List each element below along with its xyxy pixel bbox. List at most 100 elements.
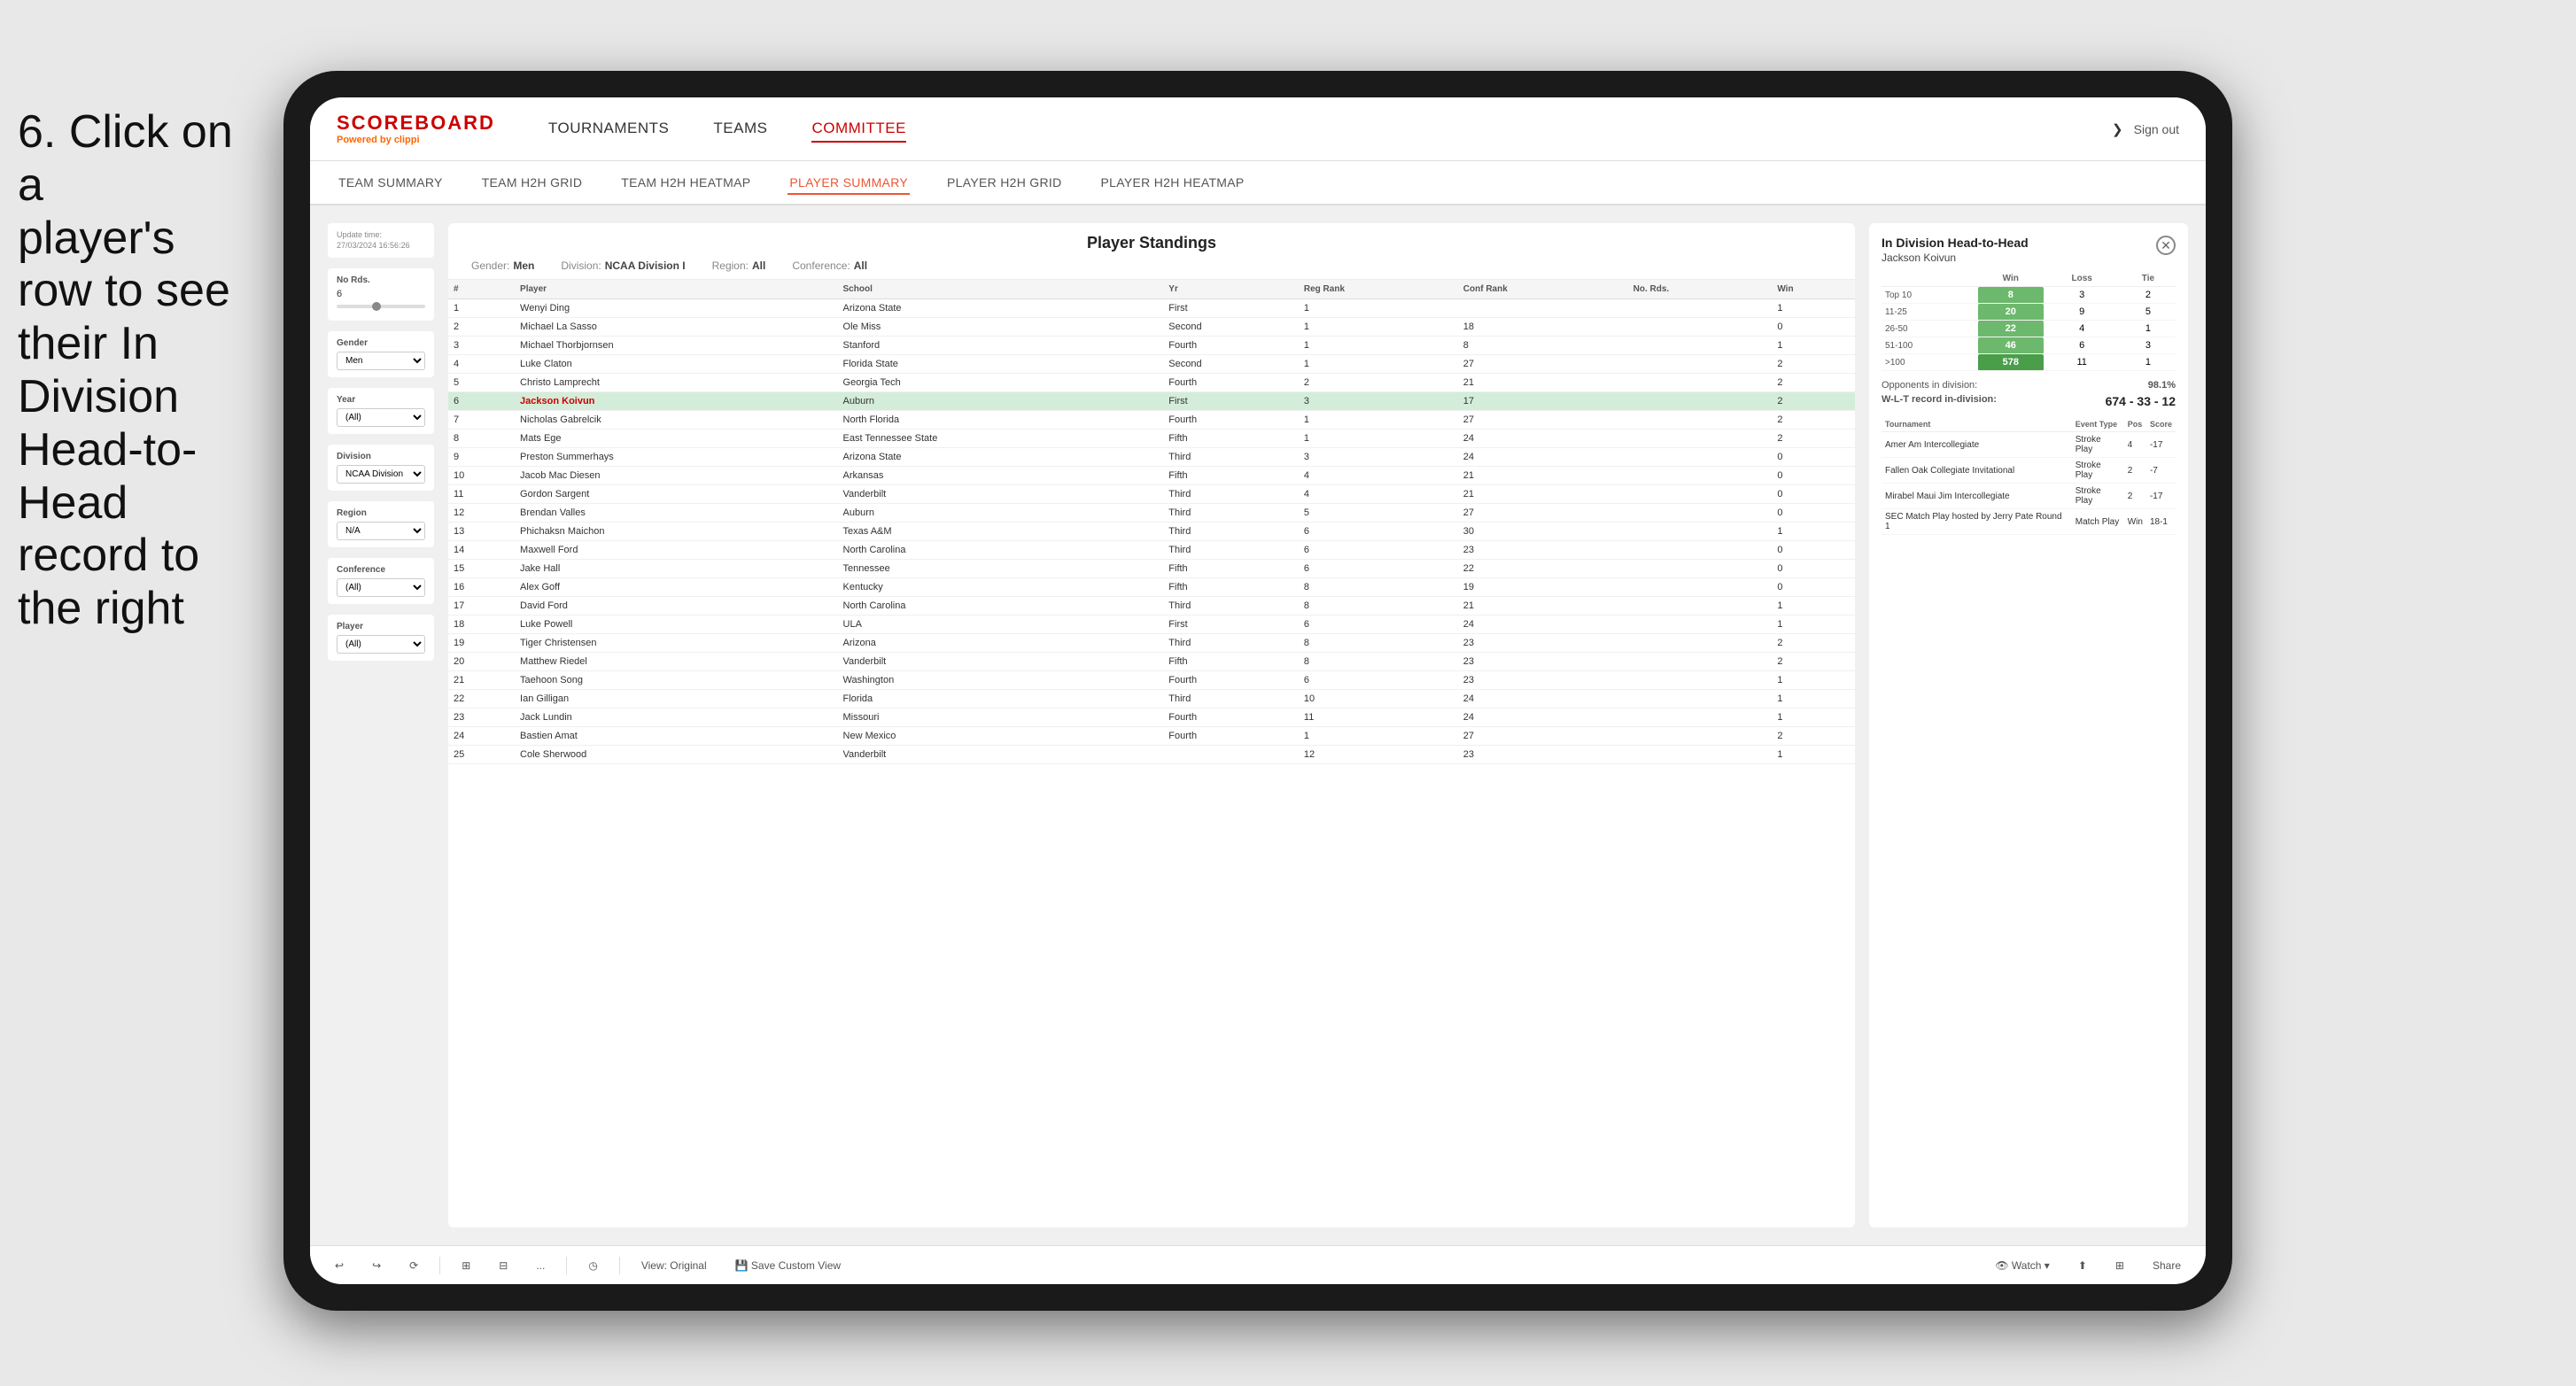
toolbar-grid[interactable]: ⊞ (2108, 1256, 2131, 1275)
toolbar-undo[interactable]: ↩ (328, 1256, 351, 1275)
table-row[interactable]: 16 Alex Goff Kentucky Fifth 8 19 0 (448, 578, 1855, 597)
table-row[interactable]: 6 Jackson Koivun Auburn First 3 17 2 (448, 392, 1855, 411)
conference-select[interactable]: (All) (337, 578, 425, 597)
cell-rds (1628, 746, 1773, 764)
h2h-loss: 11 (2044, 354, 2121, 371)
table-row[interactable]: 5 Christo Lamprecht Georgia Tech Fourth … (448, 374, 1855, 392)
toolbar-zoom-in[interactable]: ⊞ (454, 1256, 477, 1275)
cell-win: 2 (1772, 727, 1855, 746)
cell-num: 12 (448, 504, 515, 523)
nav-committee[interactable]: COMMITTEE (811, 116, 906, 143)
toolbar-more[interactable]: ... (529, 1256, 552, 1275)
toolbar-share[interactable]: Share (2145, 1256, 2188, 1275)
standings-conference: Conference: All (792, 259, 867, 272)
cell-player: Jake Hall (515, 560, 837, 578)
table-row[interactable]: 22 Ian Gilligan Florida Third 10 24 1 (448, 690, 1855, 708)
cell-conf: 24 (1458, 448, 1628, 467)
cell-rds (1628, 708, 1773, 727)
cell-conf: 8 (1458, 337, 1628, 355)
sub-nav-player-h2h-heatmap[interactable]: PLAYER H2H HEATMAP (1099, 172, 1246, 193)
year-select[interactable]: (All) (337, 408, 425, 427)
cell-win: 1 (1772, 597, 1855, 616)
cell-yr: Fourth (1163, 708, 1299, 727)
sub-nav-player-summary[interactable]: PLAYER SUMMARY (788, 172, 910, 195)
table-row[interactable]: 12 Brendan Valles Auburn Third 5 27 0 (448, 504, 1855, 523)
h2h-col-loss: Loss (2044, 271, 2121, 287)
toolbar-zoom-out[interactable]: ⊟ (492, 1256, 515, 1275)
toolbar-upload[interactable]: ⬆ (2071, 1256, 2094, 1275)
toolbar-sep-1 (439, 1257, 440, 1274)
cell-school: North Florida (838, 411, 1164, 430)
toolbar-view-original[interactable]: View: Original (634, 1256, 714, 1275)
table-row[interactable]: 3 Michael Thorbjornsen Stanford Fourth 1… (448, 337, 1855, 355)
t-col-score: Score (2146, 417, 2176, 432)
sign-out-link[interactable]: Sign out (2134, 122, 2179, 136)
division-select[interactable]: NCAA Division I (337, 465, 425, 484)
cell-school: Stanford (838, 337, 1164, 355)
cell-school: Vanderbilt (838, 485, 1164, 504)
table-row[interactable]: 17 David Ford North Carolina Third 8 21 … (448, 597, 1855, 616)
cell-yr: Fifth (1163, 430, 1299, 448)
cell-conf: 27 (1458, 355, 1628, 374)
toolbar-watch[interactable]: 👁 Watch ▾ (1988, 1256, 2057, 1275)
cell-yr: First (1163, 616, 1299, 634)
sub-nav-team-summary[interactable]: TEAM SUMMARY (337, 172, 445, 193)
cell-conf: 19 (1458, 578, 1628, 597)
table-row[interactable]: 7 Nicholas Gabrelcik North Florida Fourt… (448, 411, 1855, 430)
region-select[interactable]: N/A (337, 522, 425, 540)
nav-tournaments[interactable]: TOURNAMENTS (548, 116, 669, 143)
table-row[interactable]: 23 Jack Lundin Missouri Fourth 11 24 1 (448, 708, 1855, 727)
table-row[interactable]: 13 Phichaksn Maichon Texas A&M Third 6 3… (448, 523, 1855, 541)
table-row[interactable]: 24 Bastien Amat New Mexico Fourth 1 27 2 (448, 727, 1855, 746)
opponents-label: Opponents in division: (1882, 380, 1977, 391)
cell-num: 13 (448, 523, 515, 541)
t-col-pos: Pos (2124, 417, 2146, 432)
cell-school: Arizona (838, 634, 1164, 653)
logo-scoreboard: SCOREBOARD (337, 113, 495, 133)
table-row[interactable]: 2 Michael La Sasso Ole Miss Second 1 18 … (448, 318, 1855, 337)
toolbar-redo[interactable]: ↪ (365, 1256, 388, 1275)
table-row[interactable]: 25 Cole Sherwood Vanderbilt 12 23 1 (448, 746, 1855, 764)
toolbar-refresh[interactable]: ⟳ (402, 1256, 425, 1275)
table-row[interactable]: 15 Jake Hall Tennessee Fifth 6 22 0 (448, 560, 1855, 578)
table-row[interactable]: 10 Jacob Mac Diesen Arkansas Fifth 4 21 … (448, 467, 1855, 485)
table-row[interactable]: 18 Luke Powell ULA First 6 24 1 (448, 616, 1855, 634)
cell-school: Vanderbilt (838, 746, 1164, 764)
cell-num: 1 (448, 299, 515, 318)
update-time-group: Update time: 27/03/2024 16:56:26 (328, 223, 434, 258)
rds-slider[interactable] (337, 305, 425, 308)
sub-nav-team-h2h-heatmap[interactable]: TEAM H2H HEATMAP (619, 172, 752, 193)
t-tournament: Amer Am Intercollegiate (1882, 432, 2072, 458)
cell-school: Florida State (838, 355, 1164, 374)
table-row[interactable]: 4 Luke Claton Florida State Second 1 27 … (448, 355, 1855, 374)
cell-rds (1628, 616, 1773, 634)
cell-reg: 1 (1299, 299, 1458, 318)
sub-nav-team-h2h-grid[interactable]: TEAM H2H GRID (480, 172, 585, 193)
cell-school: Washington (838, 671, 1164, 690)
cell-yr: Third (1163, 485, 1299, 504)
h2h-loss: 3 (2044, 287, 2121, 304)
cell-rds (1628, 318, 1773, 337)
toolbar-save-view[interactable]: 💾 Save Custom View (728, 1256, 848, 1275)
sub-nav-player-h2h-grid[interactable]: PLAYER H2H GRID (945, 172, 1064, 193)
nav-teams[interactable]: TEAMS (713, 116, 767, 143)
cell-num: 25 (448, 746, 515, 764)
table-row[interactable]: 1 Wenyi Ding Arizona State First 1 1 (448, 299, 1855, 318)
cell-win: 2 (1772, 430, 1855, 448)
h2h-win: 20 (1978, 304, 2043, 321)
gender-select[interactable]: Men (337, 352, 425, 370)
table-row[interactable]: 8 Mats Ege East Tennessee State Fifth 1 … (448, 430, 1855, 448)
cell-player: Jackson Koivun (515, 392, 837, 411)
player-select[interactable]: (All) (337, 635, 425, 654)
table-row[interactable]: 11 Gordon Sargent Vanderbilt Third 4 21 … (448, 485, 1855, 504)
table-row[interactable]: 14 Maxwell Ford North Carolina Third 6 2… (448, 541, 1855, 560)
cell-win: 2 (1772, 634, 1855, 653)
h2h-close-button[interactable]: ✕ (2156, 236, 2176, 255)
table-row[interactable]: 19 Tiger Christensen Arizona Third 8 23 … (448, 634, 1855, 653)
toolbar-timer[interactable]: ◷ (581, 1256, 604, 1275)
tournament-row: Amer Am Intercollegiate Stroke Play 4 -1… (1882, 432, 2176, 458)
table-row[interactable]: 20 Matthew Riedel Vanderbilt Fifth 8 23 … (448, 653, 1855, 671)
table-row[interactable]: 9 Preston Summerhays Arizona State Third… (448, 448, 1855, 467)
cell-school: Arkansas (838, 467, 1164, 485)
table-row[interactable]: 21 Taehoon Song Washington Fourth 6 23 1 (448, 671, 1855, 690)
